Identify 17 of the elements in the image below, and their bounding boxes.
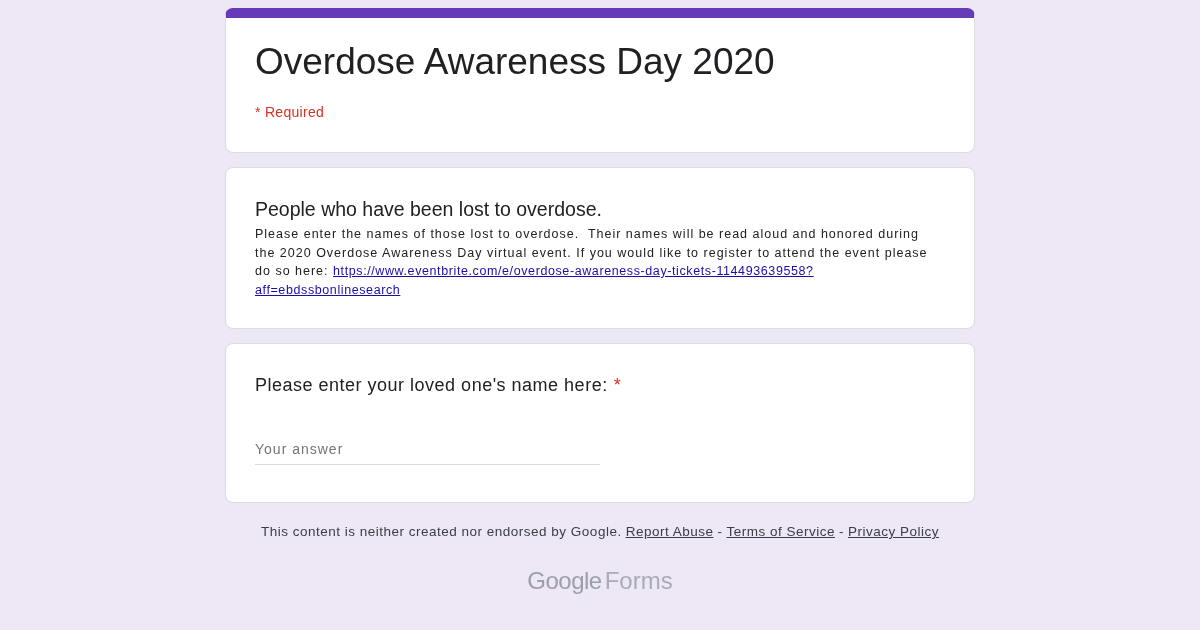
answer-field[interactable]: Your answer: [255, 434, 600, 465]
question-label: Please enter your loved one's name here:: [255, 374, 608, 397]
description-link[interactable]: aff=ebdssbonlinesearch: [255, 282, 401, 297]
description-link[interactable]: https://www.eventbrite.com/e/overdose-awareness-day-tickets-114493639558?: [333, 264, 814, 278]
required-mark: *: [613, 374, 622, 397]
logo-wordmark: Google: [527, 567, 602, 595]
link-separator: -: [717, 523, 723, 541]
footer-link[interactable]: Report Abuse: [625, 523, 714, 541]
required-note: * Required: [255, 104, 325, 120]
form-title: Overdose Awareness Day 2020: [255, 40, 775, 84]
footer-link[interactable]: Terms of Service: [726, 523, 835, 541]
footer-link[interactable]: Privacy Policy: [848, 523, 940, 541]
disclaimer-text: This content is neither created nor endorsed by Google.: [260, 523, 622, 541]
section-heading: People who have been lost to overdose.: [255, 197, 602, 221]
product-name: Forms: [604, 567, 673, 595]
link-separator: -: [839, 523, 844, 541]
description-text: Please enter the names of those lost to overdose. Their names will be read aloud and honored during the 2020 Overdose Awareness Day virtual event. If you would like to register to attend the event please do so here: https://www.eventbrite.com/e/overdose-awareness-day-tickets-114493639558? aff=ebdssbonlinesearch: [255, 226, 929, 299]
